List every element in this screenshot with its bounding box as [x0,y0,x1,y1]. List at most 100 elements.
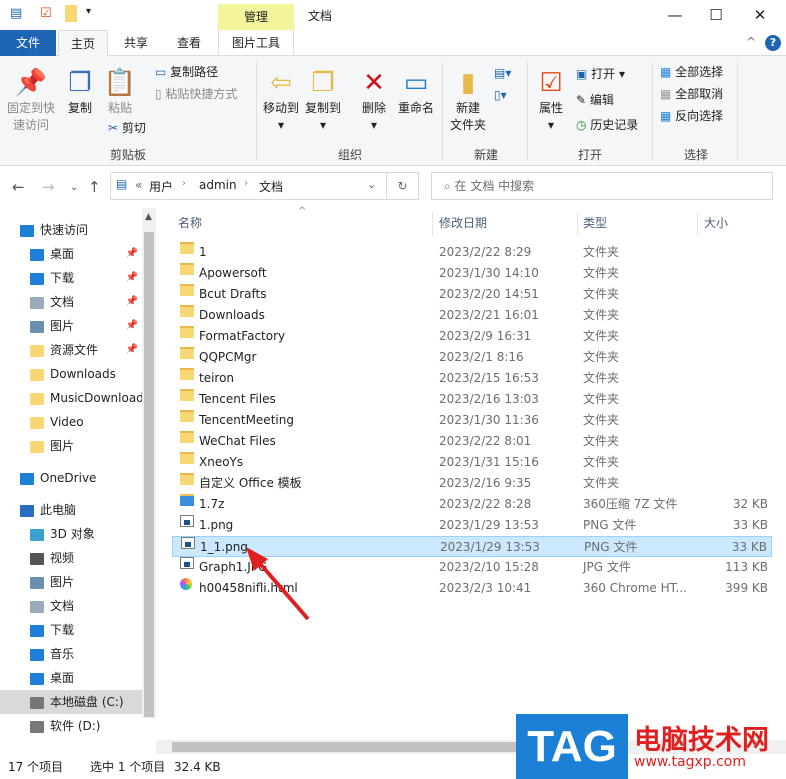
file-row[interactable]: 自定义 Office 模板 2023/2/16 9:35 文件夹 [172,473,772,494]
history-button[interactable]: ◷ 历史记录 [576,117,638,134]
tab-share[interactable]: 共享 [112,30,160,56]
scroll-up-icon[interactable]: ▲ [145,212,152,222]
new-item-dropdown-icon[interactable]: ▤▾ [494,66,511,80]
select-none-icon: ▦ [660,87,676,101]
group-label-select: 选择 [683,148,708,162]
tab-view[interactable]: 查看 [165,30,213,56]
sidebar-item[interactable]: 图片 📌 [0,314,142,338]
sidebar-item-label: 此电脑 [40,503,77,517]
paste-shortcut-button[interactable]: ▯ 粘贴快捷方式 [155,86,237,103]
sidebar-item[interactable]: 桌面 📌 [0,242,142,266]
pin-quick-access-button[interactable]: 📌 固定到快 速访问 [4,66,58,134]
search-input[interactable]: ⌕ 在 文档 中搜索 [431,172,773,200]
file-row[interactable]: QQPCMgr 2023/2/1 8:16 文件夹 [172,347,772,368]
customize-dropdown-icon[interactable]: ▾ [86,6,91,17]
maximize-button[interactable]: ☐ [696,4,736,26]
new-folder-button[interactable]: ▮ 新建 文件夹 [446,66,490,134]
back-arrow-icon[interactable]: ← [12,178,25,196]
image-file-icon [181,537,195,549]
easy-access-dropdown-icon[interactable]: ▯▾ [494,88,507,102]
file-row[interactable]: 1 2023/2/22 8:29 文件夹 [172,242,772,263]
sidebar-item[interactable]: 软件 (D:) [0,714,142,738]
sidebar-item[interactable]: 下载 [0,618,142,642]
delete-button[interactable]: ✕ 删除 ▾ [356,66,392,134]
sidebar-scroll-thumb[interactable] [144,232,154,717]
edit-button[interactable]: ✎ 编辑 [576,92,614,109]
sidebar-item[interactable]: 快速访问 [0,218,142,242]
sidebar-item[interactable]: 本地磁盘 (C:) [0,690,142,714]
invert-selection-button[interactable]: ▦ 反向选择 [660,108,723,125]
column-header-size[interactable]: 大小 [704,212,728,234]
sidebar-item[interactable]: 此电脑 [0,498,142,522]
sidebar-item[interactable]: 3D 对象 [0,522,142,546]
select-none-button[interactable]: ▦ 全部取消 [660,86,723,103]
recent-locations-icon[interactable]: ⌄ [70,182,78,193]
file-row[interactable]: WeChat Files 2023/2/22 8:01 文件夹 [172,431,772,452]
breadcrumb-users[interactable]: 用户 [149,178,173,195]
sidebar-item[interactable]: 音乐 [0,642,142,666]
up-arrow-icon[interactable]: ↑ [88,178,101,196]
file-row[interactable]: teiron 2023/2/15 16:53 文件夹 [172,368,772,389]
select-all-button[interactable]: ▦ 全部选择 [660,64,723,81]
cube-icon [30,528,44,541]
sidebar-item[interactable]: 视频 [0,546,142,570]
copy-path-button[interactable]: ▭ 复制路径 [155,64,218,81]
column-header-type[interactable]: 类型 [583,212,607,234]
column-header-name[interactable]: 名称 [178,212,202,234]
tab-file[interactable]: 文件 [0,30,56,56]
address-dropdown-icon[interactable]: ⌄ [367,178,376,191]
file-row[interactable]: Tencent Files 2023/2/16 13:03 文件夹 [172,389,772,410]
folder-quick-icon[interactable] [65,5,77,22]
new-folder-icon: ▮ [460,68,476,98]
sidebar-item-label: 桌面 [50,671,75,685]
properties-button[interactable]: ☑ 属性 ▾ [532,66,570,134]
context-tab-manage[interactable]: 管理 [218,4,294,30]
sidebar-item[interactable]: MusicDownload [0,386,142,410]
file-row[interactable]: Downloads 2023/2/21 16:01 文件夹 [172,305,772,326]
file-row[interactable]: Apowersoft 2023/1/30 14:10 文件夹 [172,263,772,284]
copy-button[interactable]: ❐ 复制 [62,66,98,117]
breadcrumb-overflow[interactable]: « [135,178,142,192]
sidebar-item[interactable]: Video [0,410,142,434]
sidebar-item[interactable]: 桌面 [0,666,142,690]
paste-button[interactable]: 📋 粘贴 [102,66,138,117]
checkmark-quick-icon[interactable]: ☑ [40,6,52,21]
minimize-button[interactable]: — [655,4,695,26]
refresh-icon[interactable]: ↻ [387,172,419,200]
file-row[interactable]: TencentMeeting 2023/1/30 11:36 文件夹 [172,410,772,431]
properties-quick-icon[interactable]: ▤ [10,6,22,21]
file-row[interactable]: 1.png 2023/1/29 13:53 PNG 文件 33 KB [172,515,772,536]
address-bar[interactable]: ▤ « 用户 › admin › 文档 ⌄ [110,172,387,200]
desktop-icon [30,672,44,685]
close-button[interactable]: ✕ [740,4,780,26]
sidebar-item[interactable]: 资源文件 📌 [0,338,142,362]
sidebar-item[interactable]: 文档 [0,594,142,618]
breadcrumb-admin[interactable]: admin [199,178,237,192]
breadcrumb-documents[interactable]: 文档 [259,178,283,195]
file-row[interactable]: FormatFactory 2023/2/9 16:31 文件夹 [172,326,772,347]
folder-icon [180,305,194,317]
collapse-ribbon-icon[interactable]: ^ [746,35,756,49]
sidebar-item[interactable]: OneDrive [0,466,142,490]
file-row[interactable]: Bcut Drafts 2023/2/20 14:51 文件夹 [172,284,772,305]
tab-picture-tools[interactable]: 图片工具 [218,30,294,56]
sidebar-item[interactable]: 图片 [0,570,142,594]
open-button[interactable]: ▣ 打开 ▾ [576,66,625,83]
folder-icon [180,473,194,485]
sidebar-item[interactable]: Downloads [0,362,142,386]
tab-home[interactable]: 主页 [58,30,108,57]
cut-button[interactable]: ✂ 剪切 [108,120,146,137]
sidebar-item[interactable]: 下载 📌 [0,266,142,290]
sidebar-item[interactable]: 图片 [0,434,142,458]
rename-button[interactable]: ▭ 重命名 [394,66,438,117]
file-row[interactable]: XneoYs 2023/1/31 15:16 文件夹 [172,452,772,473]
move-to-button[interactable]: ⇦ 移动到 ▾ [260,66,302,134]
file-date: 2023/1/29 13:53 [440,540,540,554]
sidebar-item[interactable]: 文档 📌 [0,290,142,314]
forward-arrow-icon[interactable]: → [42,178,55,196]
archive-icon [180,494,194,506]
column-header-date[interactable]: 修改日期 [439,212,487,234]
file-row[interactable]: 1.7z 2023/2/22 8:28 360压缩 7Z 文件 32 KB [172,494,772,515]
help-icon[interactable]: ? [765,35,781,51]
copy-to-button[interactable]: ❐ 复制到 ▾ [302,66,344,134]
